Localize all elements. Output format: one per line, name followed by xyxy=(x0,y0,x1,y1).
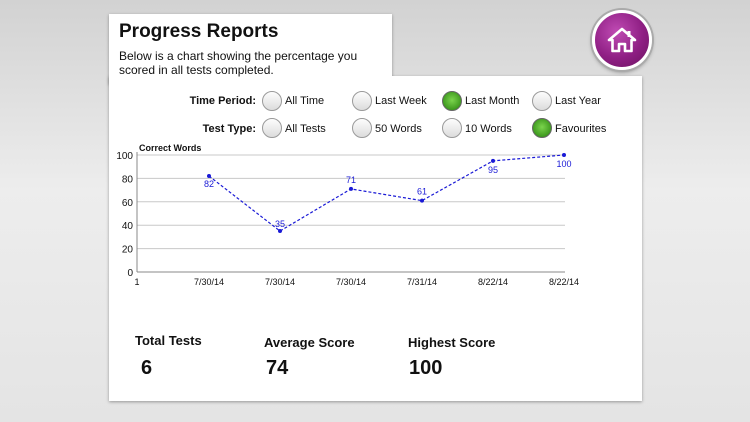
progress-line-chart: 0 20 40 60 80 100 Correct Words 1 7/30/14 7/30/14… xyxy=(116,143,579,287)
data-label: 82 xyxy=(204,179,214,189)
average-score-value: 74 xyxy=(266,357,289,379)
x-tick-label: 7/31/14 xyxy=(407,277,437,287)
x-tick-label: 7/30/14 xyxy=(336,277,366,287)
data-point xyxy=(420,198,424,203)
x-tick-label: 7/30/14 xyxy=(194,277,224,287)
x-origin-label: 1 xyxy=(134,277,139,287)
type-option-label[interactable]: Favourites xyxy=(555,123,606,135)
y-tick-label: 100 xyxy=(116,151,133,162)
page-title: Progress Reports xyxy=(119,21,279,42)
type-option-label[interactable]: 50 Words xyxy=(375,123,422,135)
average-score-label: Average Score xyxy=(264,335,355,350)
y-tick-label: 0 xyxy=(127,268,133,279)
time-period-label: Time Period: xyxy=(189,95,256,107)
time-option-label[interactable]: Last Month xyxy=(465,95,519,107)
type-option-label[interactable]: 10 Words xyxy=(465,123,512,135)
radio-type-all-tests[interactable] xyxy=(262,118,282,138)
y-axis-title: Correct Words xyxy=(139,143,201,153)
type-option-label[interactable]: All Tests xyxy=(285,123,326,135)
data-label: 95 xyxy=(488,165,498,175)
y-tick-label: 40 xyxy=(122,221,134,232)
data-label: 71 xyxy=(346,175,356,185)
y-tick-label: 20 xyxy=(122,245,134,256)
series-line xyxy=(208,154,565,232)
time-option-label[interactable]: Last Week xyxy=(375,95,427,107)
x-tick-label: 7/30/14 xyxy=(265,277,295,287)
data-label: 61 xyxy=(417,187,427,197)
total-tests-value: 6 xyxy=(141,357,153,379)
total-tests-label: Total Tests xyxy=(135,333,202,348)
data-point xyxy=(562,153,566,157)
home-icon xyxy=(607,27,637,53)
radio-time-last-month[interactable] xyxy=(442,91,462,111)
data-point xyxy=(278,229,282,234)
radio-type-10-words[interactable] xyxy=(442,118,462,138)
test-type-label: Test Type: xyxy=(202,123,256,135)
radio-time-last-week[interactable] xyxy=(352,91,372,111)
page-subtitle: Below is a chart showing the percentage … xyxy=(119,49,358,77)
radio-type-50-words[interactable] xyxy=(352,118,372,138)
highest-score-value: 100 xyxy=(409,357,443,379)
data-point xyxy=(349,186,353,191)
time-option-label[interactable]: Last Year xyxy=(555,95,601,107)
x-tick-label: 8/22/14 xyxy=(549,277,579,287)
data-point xyxy=(207,174,211,179)
time-option-label[interactable]: All Time xyxy=(285,95,324,107)
y-tick-label: 60 xyxy=(122,198,134,209)
home-button[interactable] xyxy=(592,10,652,70)
y-tick-label: 80 xyxy=(122,174,134,185)
x-tick-label: 8/22/14 xyxy=(478,277,508,287)
radio-time-last-year[interactable] xyxy=(532,91,552,111)
radio-time-all-time[interactable] xyxy=(262,91,282,111)
data-label: 35 xyxy=(275,219,285,229)
radio-type-favourites[interactable] xyxy=(532,118,552,138)
highest-score-label: Highest Score xyxy=(408,335,496,350)
data-label: 100 xyxy=(556,159,571,169)
data-point xyxy=(491,158,495,163)
